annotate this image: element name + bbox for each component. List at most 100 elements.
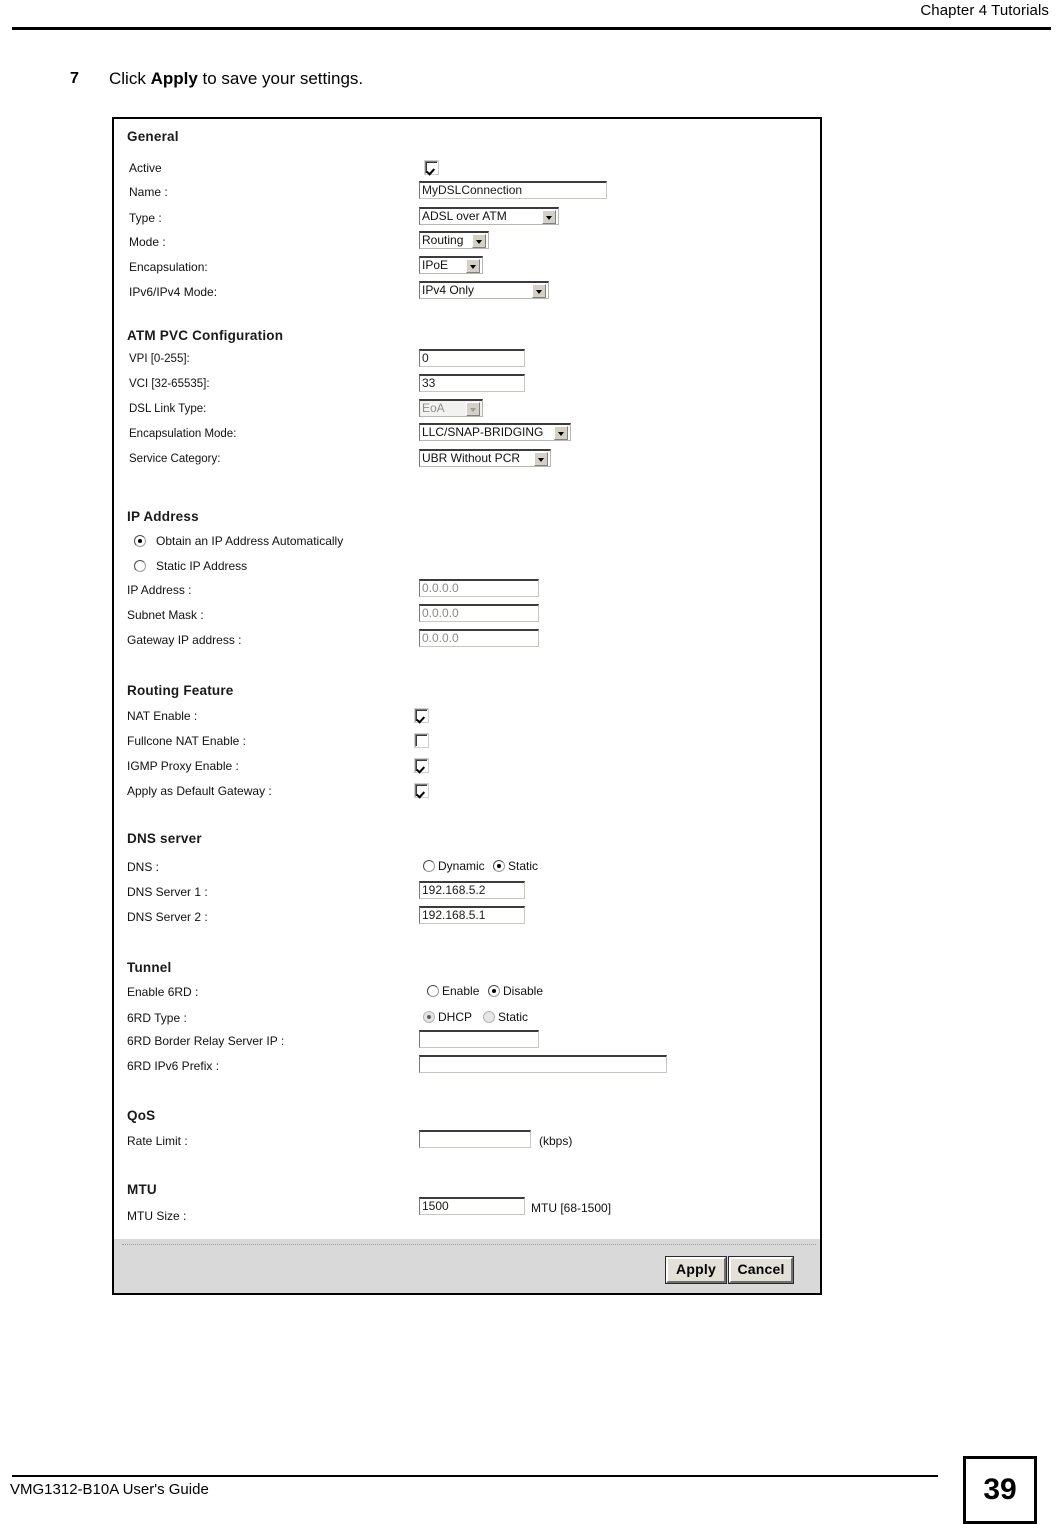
label-6rd-disable[interactable]: Disable (503, 984, 543, 998)
input-ip-address[interactable]: 0.0.0.0 (419, 579, 539, 597)
label-fullcone-nat-enable: Fullcone NAT Enable : (127, 734, 246, 748)
section-title-tunnel: Tunnel (127, 960, 172, 975)
chevron-down-icon[interactable] (466, 259, 480, 273)
label-6rd-type: 6RD Type : (127, 1011, 187, 1025)
apply-button[interactable]: Apply (665, 1256, 727, 1284)
step-text: Click Apply to save your settings. (109, 68, 363, 90)
label-vpi: VPI [0-255]: (129, 353, 190, 365)
section-title-routing-feature: Routing Feature (127, 683, 234, 698)
checkbox-apply-as-default-gateway[interactable] (415, 784, 428, 797)
label-subnet-mask: Subnet Mask : (127, 608, 204, 622)
checkbox-igmp-proxy-enable[interactable] (415, 759, 428, 772)
label-obtain-ip-automatically[interactable]: Obtain an IP Address Automatically (156, 534, 343, 548)
label-gateway-ip-address: Gateway IP address : (127, 633, 242, 647)
label-6rd-ipv6-prefix: 6RD IPv6 Prefix : (127, 1059, 220, 1073)
section-title-qos: QoS (127, 1108, 156, 1123)
step-text-bold: Apply (150, 69, 198, 88)
label-dns-server-2: DNS Server 2 : (127, 910, 208, 924)
input-dns-server-2[interactable]: 192.168.5.1 (419, 906, 525, 924)
checkbox-active[interactable] (425, 161, 438, 174)
section-title-atm-pvc: ATM PVC Configuration (127, 328, 284, 343)
label-mtu-size: MTU Size : (127, 1209, 187, 1223)
input-6rd-border-relay-server-ip[interactable] (419, 1030, 539, 1048)
header-rule (12, 27, 1051, 30)
label-enable-6rd: Enable 6RD : (127, 985, 199, 999)
section-title-ip-address: IP Address (127, 509, 199, 524)
chevron-down-icon[interactable] (542, 210, 556, 224)
radio-obtain-ip-automatically[interactable] (134, 535, 146, 547)
label-ip-address: IP Address : (127, 583, 192, 597)
step-text-before: Click (109, 69, 151, 88)
label-dns-server-1: DNS Server 1 : (127, 885, 208, 899)
label-6rd-border-relay-server-ip: 6RD Border Relay Server IP : (127, 1034, 285, 1048)
input-6rd-ipv6-prefix[interactable] (419, 1055, 667, 1073)
select-encapsulation[interactable]: IPoE (419, 256, 483, 274)
label-apply-as-default-gateway: Apply as Default Gateway : (127, 784, 272, 798)
label-static-ip-address[interactable]: Static IP Address (156, 559, 247, 573)
step-number: 7 (70, 70, 79, 87)
page-header: Chapter 4 Tutorials (0, 0, 1063, 30)
label-dns-static[interactable]: Static (508, 859, 538, 873)
radio-6rd-type-dhcp (423, 1011, 435, 1023)
page-number-box: 39 (963, 1456, 1037, 1524)
select-mode-value: Routing (422, 233, 464, 247)
radio-dns-static[interactable] (493, 860, 505, 872)
config-form-body: General Active Name : MyDSLConnection Ty… (114, 119, 820, 1241)
action-bar-divider (122, 1244, 816, 1245)
label-encapsulation-mode: Encapsulation Mode: (129, 428, 237, 440)
label-vci: VCI [32-65535]: (129, 378, 210, 390)
input-dns-server-1[interactable]: 192.168.5.2 (419, 881, 525, 899)
label-type: Type : (129, 211, 162, 225)
chevron-down-icon (466, 402, 480, 416)
select-type[interactable]: ADSL over ATM (419, 207, 559, 225)
select-dsl-link-type: EoA (419, 399, 483, 417)
label-6rd-enable[interactable]: Enable (442, 984, 479, 998)
label-mtu-hint: MTU [68-1500] (531, 1201, 612, 1215)
label-name: Name : (129, 185, 168, 199)
select-service-category[interactable]: UBR Without PCR (419, 449, 551, 467)
input-subnet-mask[interactable]: 0.0.0.0 (419, 604, 539, 622)
input-name[interactable]: MyDSLConnection (419, 181, 607, 199)
page-number: 39 (983, 1473, 1017, 1506)
label-nat-enable: NAT Enable : (127, 709, 198, 723)
label-dns-dynamic[interactable]: Dynamic (438, 859, 485, 873)
input-mtu-size[interactable]: 1500 (419, 1197, 525, 1215)
label-service-category: Service Category: (129, 453, 221, 465)
chevron-down-icon[interactable] (472, 234, 486, 248)
label-dns: DNS : (127, 860, 160, 874)
select-encapsulation-mode[interactable]: LLC/SNAP-BRIDGING (419, 423, 571, 441)
section-title-general: General (127, 129, 179, 144)
label-igmp-proxy-enable: IGMP Proxy Enable : (127, 759, 239, 773)
router-config-screenshot: General Active Name : MyDSLConnection Ty… (112, 117, 822, 1295)
chevron-down-icon[interactable] (534, 452, 548, 466)
cancel-button[interactable]: Cancel (728, 1256, 794, 1284)
chevron-down-icon[interactable] (554, 426, 568, 440)
checkbox-nat-enable[interactable] (415, 709, 428, 722)
checkbox-fullcone-nat-enable[interactable] (415, 734, 428, 747)
input-vci[interactable]: 33 (419, 374, 525, 392)
footer-guide-title: VMG1312-B10A User's Guide (10, 1481, 209, 1498)
label-rate-limit-unit: (kbps) (539, 1134, 573, 1148)
label-active: Active (129, 161, 162, 175)
label-rate-limit: Rate Limit : (127, 1134, 188, 1148)
select-encapsulation-mode-value: LLC/SNAP-BRIDGING (422, 425, 544, 439)
radio-static-ip-address[interactable] (134, 560, 146, 572)
select-dsl-link-type-value: EoA (422, 401, 445, 415)
select-ipv6-ipv4-mode-value: IPv4 Only (422, 283, 475, 297)
chapter-header: Chapter 4 Tutorials (920, 2, 1049, 19)
radio-6rd-enable[interactable] (427, 985, 439, 997)
select-mode[interactable]: Routing (419, 231, 489, 249)
label-6rd-type-dhcp: DHCP (438, 1010, 473, 1024)
select-service-category-value: UBR Without PCR (422, 451, 521, 465)
label-dsl-link-type: DSL Link Type: (129, 403, 207, 415)
input-rate-limit[interactable] (419, 1130, 531, 1148)
input-vpi[interactable]: 0 (419, 349, 525, 367)
section-title-mtu: MTU (127, 1182, 157, 1197)
radio-6rd-disable[interactable] (488, 985, 500, 997)
label-6rd-type-static: Static (498, 1010, 529, 1024)
select-ipv6-ipv4-mode[interactable]: IPv4 Only (419, 281, 549, 299)
footer-rule (12, 1475, 938, 1477)
radio-dns-dynamic[interactable] (423, 860, 435, 872)
chevron-down-icon[interactable] (532, 284, 546, 298)
input-gateway-ip-address[interactable]: 0.0.0.0 (419, 629, 539, 647)
